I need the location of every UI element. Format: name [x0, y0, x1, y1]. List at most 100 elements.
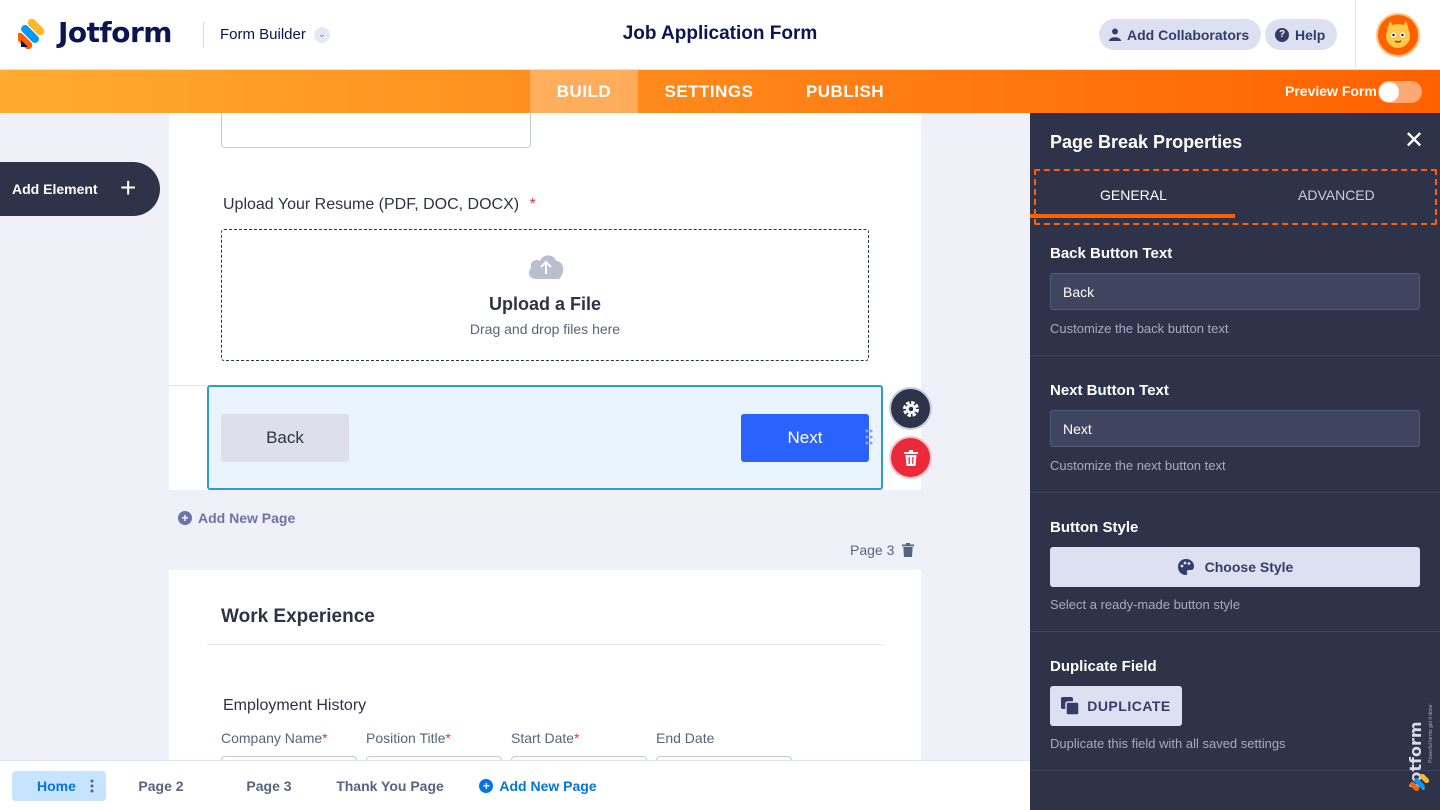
choose-style-label: Choose Style — [1204, 559, 1294, 575]
upload-field-label[interactable]: Upload Your Resume (PDF, DOC, DOCX) * — [223, 196, 536, 214]
back-button[interactable]: Back — [221, 414, 349, 462]
duplicate-field-label: Duplicate Field — [1050, 658, 1157, 675]
divider — [169, 385, 207, 386]
column-label: Position Title — [366, 730, 446, 746]
next-button[interactable]: Next — [741, 414, 869, 462]
plus-circle-icon: + — [178, 511, 192, 525]
brand-name: Jotform — [58, 16, 172, 49]
page-tab-home[interactable]: Home — [12, 771, 106, 801]
tab-advanced[interactable]: ADVANCED — [1298, 187, 1375, 203]
column-label: End Date — [656, 730, 715, 746]
gear-icon — [902, 400, 919, 417]
page-tab-label: Home — [37, 778, 76, 794]
section-divider — [1030, 492, 1440, 493]
button-style-label: Button Style — [1050, 519, 1139, 536]
help-label: Help — [1295, 26, 1326, 43]
tab-publish[interactable]: PUBLISH — [790, 70, 900, 113]
chevron-down-icon: ⌄ — [313, 26, 330, 43]
file-upload-dropzone[interactable]: Upload a File Drag and drop files here — [221, 229, 869, 361]
plus-icon: + — [120, 172, 137, 203]
form-builder-label: Form Builder — [220, 26, 306, 43]
section-divider — [207, 644, 883, 645]
duplicate-label: DUPLICATE — [1087, 698, 1171, 714]
add-element-label: Add Element — [12, 181, 98, 197]
page-break-field[interactable]: Back Next — [207, 385, 883, 490]
tab-settings[interactable]: SETTINGS — [648, 70, 770, 113]
question-icon: ? — [1275, 27, 1289, 42]
jotform-watermark: Jotform Powerful forms get it done. — [1406, 703, 1434, 792]
preview-form-label: Preview Form — [1285, 83, 1377, 99]
add-new-page-label: Add New Page — [198, 510, 296, 526]
button-style-hint: Select a ready-made button style — [1050, 597, 1241, 612]
page-tab-thank-you[interactable]: Thank You Page — [330, 771, 450, 801]
section-divider — [1030, 631, 1440, 632]
column-label: Start Date — [511, 730, 575, 746]
next-button-text-hint: Customize the next button text — [1050, 458, 1226, 473]
upload-subtitle: Drag and drop files here — [469, 321, 621, 337]
column-position-title: Position Title* — [366, 730, 451, 746]
avatar[interactable] — [1376, 13, 1420, 57]
page-tab-page-3[interactable]: Page 3 — [232, 771, 306, 801]
page-break-properties-panel: Page Break Properties ✕ GENERAL ADVANCED… — [1030, 113, 1440, 810]
toggle-knob — [1379, 82, 1399, 102]
jotform-logo[interactable]: Jotform — [18, 16, 172, 49]
add-collaborators-button[interactable]: Add Collaborators — [1099, 19, 1262, 50]
add-new-page-link[interactable]: + Add New Page — [178, 510, 295, 526]
next-button-text-input[interactable]: Next — [1050, 410, 1420, 447]
add-element-button[interactable]: Add Element + — [0, 162, 160, 216]
duplicate-field-hint: Duplicate this field with all saved sett… — [1050, 736, 1286, 751]
section-divider — [1030, 770, 1440, 771]
upload-title: Upload a File — [488, 294, 602, 314]
main-nav-bar: BUILD SETTINGS PUBLISH Preview Form — [0, 70, 1440, 113]
field-settings-button[interactable] — [889, 387, 932, 430]
cloud-upload-icon — [528, 255, 564, 279]
tab-general[interactable]: GENERAL — [1100, 187, 1167, 203]
add-new-page-button[interactable]: + Add New Page — [478, 771, 598, 801]
plus-circle-icon: + — [479, 779, 494, 793]
back-button-text-hint: Customize the back button text — [1050, 321, 1229, 336]
duplicate-button[interactable]: DUPLICATE — [1050, 686, 1182, 726]
required-asterisk: * — [529, 196, 536, 213]
trash-icon — [903, 449, 918, 466]
upload-label-text: Upload Your Resume (PDF, DOC, DOCX) — [223, 196, 520, 213]
required-asterisk: * — [574, 730, 580, 746]
page-3-indicator: Page 3 — [850, 542, 915, 558]
form-builder-dropdown[interactable]: Form Builder ⌄ — [220, 26, 330, 43]
previous-field-input[interactable] — [221, 113, 531, 148]
active-tab-indicator — [1030, 214, 1235, 218]
add-collaborators-label: Add Collaborators — [1127, 26, 1250, 43]
jotform-logo-icon — [18, 18, 45, 49]
trash-icon[interactable] — [902, 543, 915, 557]
drag-handle-icon[interactable] — [865, 428, 873, 446]
back-button-text-label: Back Button Text — [1050, 245, 1173, 262]
more-options-icon[interactable] — [90, 779, 94, 793]
duplicate-icon — [1061, 697, 1080, 715]
column-label: Company Name — [221, 730, 323, 746]
avatar-face-icon — [1386, 21, 1410, 48]
employment-history-label[interactable]: Employment History — [223, 697, 366, 715]
section-title[interactable]: Work Experience — [221, 606, 375, 628]
help-button[interactable]: ? Help — [1265, 19, 1338, 50]
delete-field-button[interactable] — [889, 436, 932, 479]
preview-form-toggle[interactable] — [1378, 81, 1422, 103]
required-asterisk: * — [322, 730, 328, 746]
close-icon[interactable]: ✕ — [1404, 129, 1424, 153]
palette-icon — [1177, 559, 1194, 575]
page-tab-page-2[interactable]: Page 2 — [124, 771, 198, 801]
page-3-label: Page 3 — [850, 542, 895, 558]
header-divider — [203, 22, 204, 48]
add-new-page-label: Add New Page — [499, 778, 597, 794]
panel-title: Page Break Properties — [1050, 132, 1243, 152]
tab-build[interactable]: BUILD — [530, 70, 638, 113]
column-start-date: Start Date* — [511, 730, 579, 746]
next-button-text-label: Next Button Text — [1050, 382, 1169, 399]
watermark-subtext: Powerful forms get it done. — [1428, 703, 1434, 762]
back-button-text-input[interactable]: Back — [1050, 273, 1420, 310]
required-asterisk: * — [445, 730, 451, 746]
user-icon — [1109, 28, 1121, 41]
header-divider-right — [1355, 0, 1356, 70]
page-navigation-bar: Home Page 2 Page 3 Thank You Page + Add … — [0, 760, 1030, 810]
column-company-name: Company Name* — [221, 730, 328, 746]
top-header: Jotform Form Builder ⌄ Job Application F… — [0, 0, 1440, 70]
choose-style-button[interactable]: Choose Style — [1050, 547, 1420, 587]
